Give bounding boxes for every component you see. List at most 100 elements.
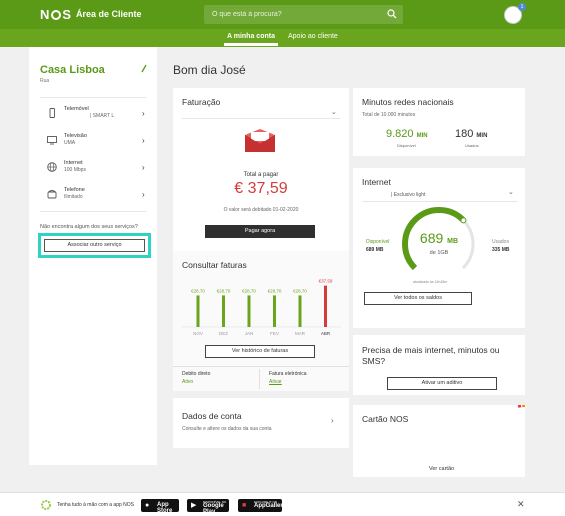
- card-subtitle: Consulte e altere os dados da sua conta: [182, 426, 272, 432]
- minutes-used-label: Usados: [465, 143, 479, 148]
- service-item-phone[interactable]: Telefone Ilimitado ›: [40, 183, 146, 207]
- bar-nov: [196, 295, 200, 327]
- einvoice-activate-link[interactable]: Ativar: [269, 379, 282, 385]
- account-address: Rua: [40, 78, 50, 84]
- card-subtitle: Total de 10.000 minutos: [362, 112, 416, 118]
- top-header: NS Área de Cliente 1: [0, 0, 565, 29]
- app-promo-bar: Tenha tudo à mão com a app NOS ● App Sto…: [0, 492, 565, 516]
- service-name: Televisão: [64, 133, 87, 139]
- data-remaining-value: 689 MB: [419, 230, 459, 246]
- nos-card-graphic: [517, 405, 525, 408]
- invoice-history-button[interactable]: Ver histórico de faturas: [205, 345, 315, 358]
- bar-value-label: €28,70: [293, 288, 307, 293]
- google-play-badge[interactable]: ▶ DISPONÍVEL NO Google Play: [187, 499, 229, 515]
- activate-addon-button[interactable]: Ativar um aditivo: [387, 377, 497, 390]
- card-stripe: [517, 405, 522, 408]
- app-promo-text: Tenha tudo à mão com a app NOS: [57, 502, 134, 508]
- payment-method-label: Debito direto: [182, 371, 211, 377]
- card-title: Dados de conta: [182, 411, 242, 421]
- appgallery-badge[interactable]: ■ EXPLORE IT ON AppGallery: [238, 499, 286, 512]
- divider: [182, 118, 340, 119]
- tv-icon: [47, 136, 57, 145]
- missing-service-question: Não encontra algum dos seus serviços?: [40, 224, 138, 230]
- chevron-right-icon: ›: [331, 416, 334, 425]
- x-tick-label: FEV: [270, 331, 279, 336]
- bar-jan: [247, 295, 251, 327]
- divider: [173, 366, 349, 367]
- bar-value-label: €28,70: [217, 288, 231, 293]
- internet-card: Internet | Exclusivo light ⌄ 689 MB de 1…: [353, 168, 525, 328]
- bar-value-label: €37,59: [319, 279, 333, 284]
- tab-my-account[interactable]: A minha conta: [227, 33, 275, 40]
- chevron-right-icon: ›: [142, 109, 145, 118]
- minutes-available-value: 9.820 MIN: [386, 128, 428, 140]
- bar-abr: [324, 285, 327, 327]
- bar-value-label: €28,70: [191, 288, 205, 293]
- nos-card: Cartão NOS Ver cartão: [353, 405, 525, 477]
- phone-icon: [47, 190, 57, 199]
- tab-support[interactable]: Apoio ao cliente: [288, 33, 338, 40]
- edit-icon[interactable]: [141, 64, 147, 73]
- bar-dez: [222, 295, 225, 327]
- minutes-used-value: 180 MIN: [455, 128, 488, 140]
- sidebar: Casa Lisboa Rua Telemóvel | SMART L › Te…: [29, 47, 157, 465]
- service-detail: Ilimitado: [64, 194, 83, 200]
- chevron-down-icon[interactable]: ⌄: [508, 188, 514, 196]
- addon-card: Precisa de mais internet, minutos ou SMS…: [353, 335, 525, 395]
- pay-now-button[interactable]: Pagar agora: [205, 225, 315, 238]
- card-title: Precisa de mais internet, minutos ou SMS…: [362, 345, 500, 366]
- data-used-label: Usados: [492, 239, 509, 245]
- close-icon[interactable]: ✕: [517, 499, 525, 510]
- nos-app-icon: [41, 500, 51, 510]
- service-item-tv[interactable]: Televisão UMA ›: [40, 129, 146, 153]
- app-store-badge[interactable]: ● App Store: [141, 499, 179, 514]
- envelope-icon: [245, 129, 275, 152]
- mobile-icon: [49, 108, 55, 118]
- view-card-link[interactable]: Ver cartão: [429, 466, 454, 472]
- tab-bar: A minha conta Apoio ao cliente: [0, 29, 565, 47]
- last-updated: atualizado às 14h18m: [413, 280, 448, 284]
- internet-plan: | Exclusivo light: [391, 192, 426, 198]
- card-stripe: [522, 405, 525, 408]
- einvoice-label: Fatura eletrónica: [269, 371, 307, 377]
- search-input[interactable]: [212, 5, 382, 24]
- service-item-internet[interactable]: Internet 100 Mbps ›: [40, 156, 146, 180]
- service-detail: | SMART L: [90, 113, 115, 119]
- bar-value-label: €28,70: [268, 288, 282, 293]
- apple-icon: ●: [145, 502, 150, 509]
- chevron-right-icon: ›: [142, 190, 145, 199]
- greeting: Bom dia José: [173, 63, 246, 77]
- view-all-balances-button[interactable]: Ver todos os saldos: [364, 292, 472, 305]
- account-data-card[interactable]: Dados de conta Consulte e altere os dado…: [173, 398, 349, 448]
- total-label: Total a pagar: [243, 172, 279, 178]
- service-detail: UMA: [64, 140, 76, 146]
- x-tick-label: ABR: [321, 331, 331, 336]
- x-tick-label: DEZ: [219, 331, 228, 336]
- card-title: Cartão NOS: [362, 414, 409, 424]
- x-tick-label: JAN: [245, 331, 254, 336]
- notification-badge: 1: [518, 3, 526, 11]
- card-title: Minutos redes nacionais: [362, 97, 454, 107]
- service-item-mobile[interactable]: Telemóvel | SMART L ›: [40, 102, 146, 126]
- payment-method-status: Ativo: [182, 379, 194, 385]
- invoices-card: Consultar faturas €28,70 NOV €28,70 DEZ €28,…: [173, 251, 349, 391]
- associate-highlight: Associar outro serviço: [38, 233, 151, 258]
- active-tab-indicator: [224, 43, 278, 46]
- chevron-right-icon: ›: [142, 163, 145, 172]
- search-icon[interactable]: [387, 9, 397, 19]
- associate-service-button[interactable]: Associar outro serviço: [44, 239, 145, 252]
- card-title: Faturação: [182, 97, 221, 107]
- billing-card: Faturação ⌄ Total a pagar € 37,59 O valo…: [173, 88, 349, 251]
- play-icon: ▶: [191, 502, 197, 509]
- search-box: [204, 5, 403, 24]
- chevron-down-icon[interactable]: ⌄: [331, 108, 337, 116]
- globe-icon: [47, 162, 57, 172]
- bar-fev: [273, 295, 276, 327]
- service-name: Telefone: [64, 187, 85, 193]
- data-used-value: 335 MB: [492, 247, 510, 253]
- minutes-available-label: Disponível: [397, 143, 416, 148]
- x-tick-label: NOV: [193, 331, 203, 336]
- divider: [40, 211, 146, 212]
- nos-logo[interactable]: NS: [40, 7, 72, 22]
- data-available-label: Disponível: [366, 239, 390, 245]
